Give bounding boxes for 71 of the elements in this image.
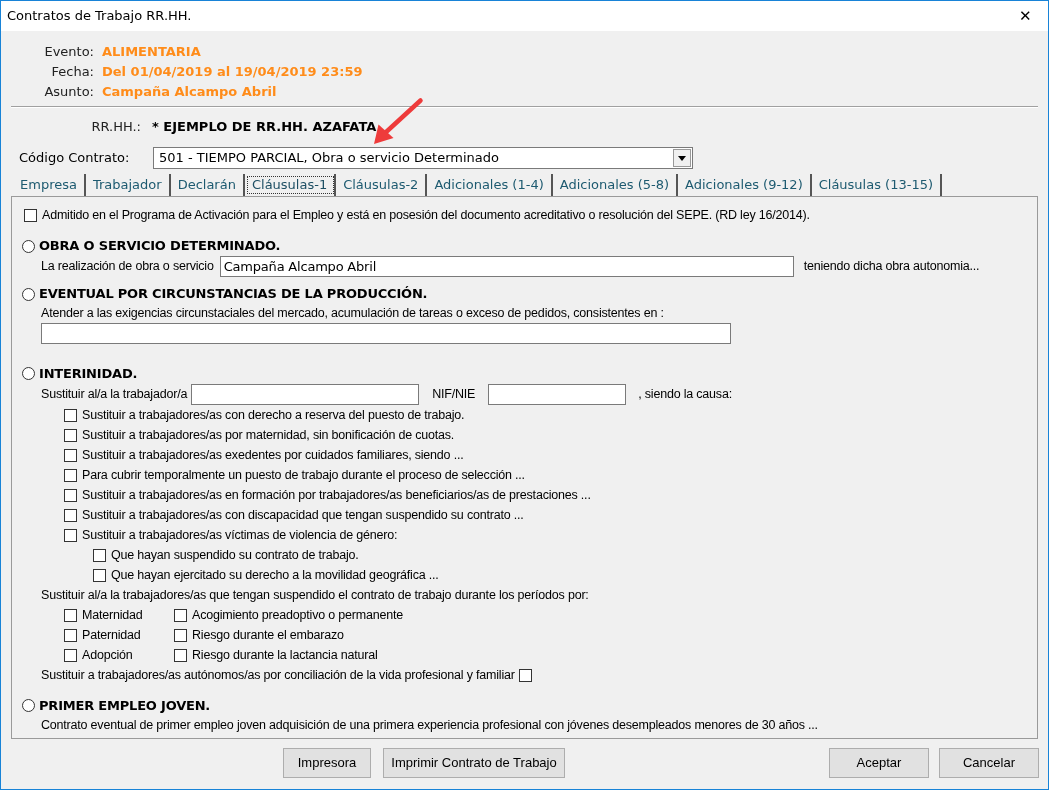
checkbox[interactable] (64, 489, 77, 503)
field-value: ALIMENTARIA (102, 43, 201, 62)
checkbox-label: Sustituir a trabajadores/as por maternidad, sin bonificación de cuotas. (82, 427, 455, 445)
section-title: OBRA O SERVICIO DETERMINADO. (39, 237, 281, 256)
tab[interactable]: Cláusulas-1 (244, 174, 337, 196)
description-text: Contrato eventual de primer empleo joven adquisición de una primera experiencia profesional con jóvenes desempleados menores de 30 años ... (41, 716, 819, 734)
input-field[interactable]: Campaña Alcampo Abril (219, 256, 794, 277)
checkbox-label: Admitido en el Programa de Activación para el Empleo y está en posesión del documento acreditativo o resolución del SEPE. (RD ley 16/2014). (42, 206, 810, 224)
checkbox[interactable] (64, 469, 77, 483)
checkbox[interactable] (64, 629, 77, 643)
section-title: INTERINIDAD. (39, 365, 138, 383)
input-field[interactable] (41, 323, 731, 344)
checkbox-label: Acogimiento preadoptivo o permanente (192, 607, 403, 625)
input-field[interactable] (488, 383, 627, 405)
checkbox-label: Maternidad (82, 607, 143, 625)
checkbox[interactable] (64, 649, 77, 663)
radio-button[interactable] (22, 367, 35, 381)
checkbox[interactable] (518, 669, 532, 683)
checkbox[interactable] (64, 529, 77, 543)
close-button[interactable]: ✕ (1002, 1, 1048, 31)
radio-button[interactable] (22, 287, 35, 301)
checkbox[interactable] (93, 569, 106, 583)
checkbox-label: Que hayan suspendido su contrato de trabajo. (111, 547, 359, 565)
checkbox-label: Riesgo durante la lactancia natural (192, 647, 378, 665)
radio-button[interactable] (22, 699, 35, 713)
field-value: Campaña Alcampo Abril (102, 83, 277, 102)
checkbox[interactable] (64, 409, 77, 423)
input-field[interactable] (191, 383, 420, 405)
field-label: Sustituir al/a la trabajador/a (41, 385, 188, 403)
checkbox-label: Sustituir a trabajadores/as en formación por trabajadores/as beneficiarios/as de prestaciones ... (82, 487, 591, 505)
contract-dropdown[interactable]: 501 - TIEMPO PARCIAL, Obra o servicio Determinado (153, 147, 693, 169)
field-label: Fecha: (50, 63, 94, 82)
field-label: Sustituir a trabajadores/as autónomos/as por conciliación de la vida profesional y familiar (41, 667, 515, 685)
checkbox-label: Sustituir a trabajadores/as con derecho a reserva del puesto de trabajo. (82, 407, 465, 425)
field-value: * EJEMPLO DE RR.HH. AZAFATA (152, 118, 377, 137)
section-title: EVENTUAL POR CIRCUNSTANCIAS DE LA PRODUCCIÓN. (39, 285, 428, 304)
field-label: Código Contrato: (19, 149, 131, 168)
field-label: RR.HH.: (90, 118, 141, 137)
field-value: Del 01/04/2019 al 19/04/2019 23:59 (102, 63, 363, 82)
checkbox-label: Adopción (82, 647, 133, 665)
field-label: Sustituir al/a la trabajadores/as que tengan suspendido el contrato de trabajo durante los períodos por: (41, 587, 590, 605)
field-label: Asunto: (43, 83, 94, 102)
checkbox[interactable] (174, 629, 187, 643)
window-title: Contratos de Trabajo RR.HH. (7, 7, 192, 26)
checkbox-label: Que hayan ejercitado su derecho a la movilidad geográfica ... (111, 567, 439, 585)
checkbox[interactable] (174, 649, 187, 663)
dialog-button[interactable]: Aceptar (829, 748, 929, 778)
field-label: Evento: (43, 43, 94, 62)
checkbox-label: Para cubrir temporalmente un puesto de trabajo durante el proceso de selección ... (82, 467, 525, 485)
field-label: teniendo dicha obra autonomia... (803, 258, 980, 276)
checkbox-label: Sustituir a trabajadores/as con discapacidad que tengan suspendido su contrato ... (82, 507, 524, 525)
checkbox-label: Sustituir a trabajadores/as víctimas de violencia de género: (82, 527, 398, 545)
checkbox[interactable] (64, 609, 77, 623)
checkbox-label: Riesgo durante el embarazo (192, 627, 344, 645)
radio-button[interactable] (22, 239, 35, 253)
checkbox[interactable] (64, 509, 77, 523)
checkbox[interactable] (24, 208, 37, 222)
checkbox-label: Paternidad (82, 627, 141, 645)
field-label: , siendo la causa: (638, 385, 732, 403)
dialog-button[interactable]: Imprimir Contrato de Trabajo (383, 748, 565, 778)
checkbox-label: Sustituir a trabajadores/as exedentes por cuidados familiares, siendo ... (82, 447, 464, 465)
checkbox[interactable] (64, 449, 77, 463)
section-title: PRIMER EMPLEO JOVEN. (39, 697, 211, 715)
field-label: Atender a las exigencias circunstaciales del mercado, acumulación de tareas o exceso de pedidos, consistentes en : (41, 305, 665, 320)
field-label: NIF/NIE (432, 385, 476, 403)
checkbox[interactable] (64, 429, 77, 443)
dialog-button[interactable]: Impresora (283, 748, 371, 778)
dialog-button[interactable]: Cancelar (939, 748, 1039, 778)
field-label: La realización de obra o servicio (41, 258, 214, 276)
checkbox[interactable] (93, 549, 106, 563)
checkbox[interactable] (174, 609, 187, 623)
